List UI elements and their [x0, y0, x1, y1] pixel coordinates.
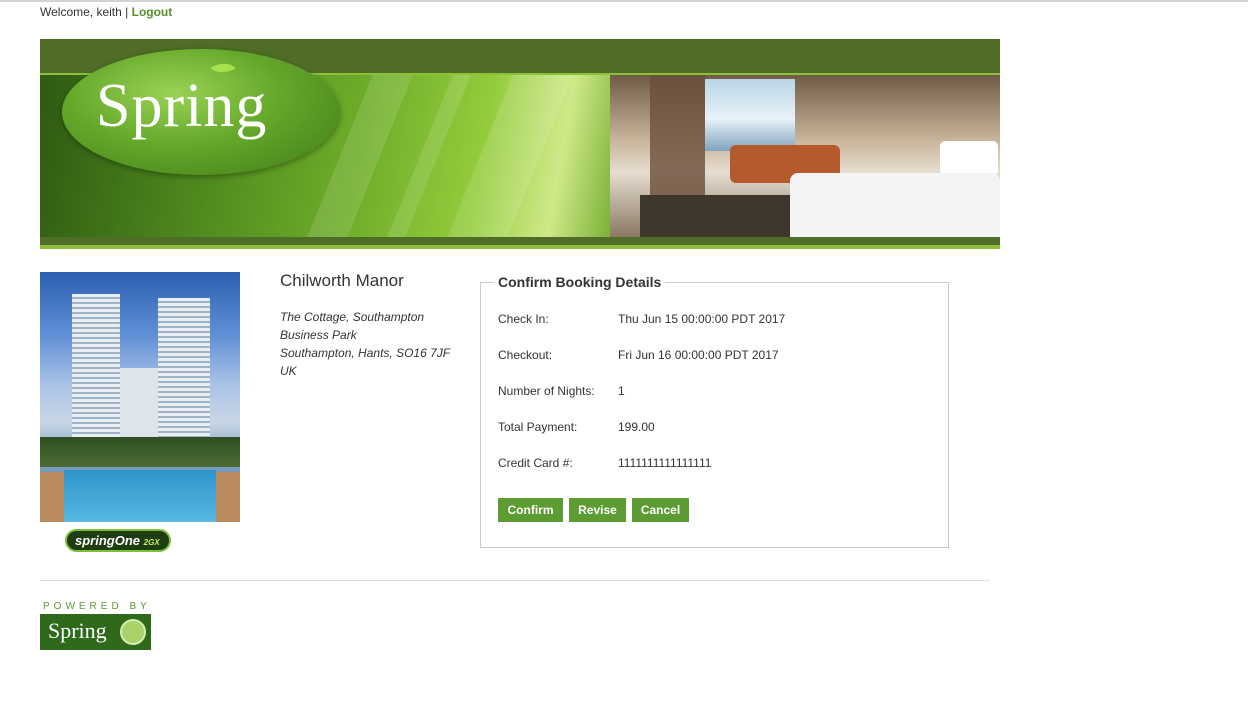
credit-card-label: Credit Card #:	[498, 456, 573, 470]
address-line: The Cottage, Southampton	[280, 310, 425, 324]
spring-logo-text: Spring	[96, 72, 268, 140]
address-line: Southampton, Hants, SO16 7JF	[280, 346, 451, 360]
springone-badge-suffix: 2GX	[143, 538, 160, 547]
powered-by-logo-text: Spring	[48, 618, 107, 643]
address-line: UK	[280, 364, 297, 378]
checkout-value: Fri Jun 16 00:00:00 PDT 2017	[618, 348, 779, 362]
springone-badge: springOne 2GX	[65, 529, 171, 552]
check-in-label: Check In:	[498, 312, 549, 326]
check-in-value: Thu Jun 15 00:00:00 PDT 2017	[618, 312, 786, 326]
logout-link[interactable]: Logout	[132, 5, 173, 19]
welcome-text: Welcome, keith |	[40, 5, 129, 19]
total-payment-label: Total Payment:	[498, 420, 578, 434]
top-border	[0, 0, 1248, 2]
header-banner: Spring	[40, 39, 1000, 249]
nights-label: Number of Nights:	[498, 384, 595, 398]
welcome-bar: Welcome, keith | Logout	[40, 5, 172, 19]
spring-ring-icon	[120, 619, 146, 645]
cancel-button[interactable]: Cancel	[632, 498, 689, 522]
hotel-room-image	[610, 75, 1000, 237]
address-line: Business Park	[280, 328, 357, 342]
nights-value: 1	[618, 384, 625, 398]
hotel-address: The Cottage, Southampton Business Park S…	[280, 308, 460, 380]
hotel-name: Chilworth Manor	[280, 271, 404, 290]
booking-details-legend: Confirm Booking Details	[494, 274, 666, 290]
revise-button[interactable]: Revise	[569, 498, 626, 522]
credit-card-value: 1111111111111111	[618, 456, 712, 470]
total-payment-value: 199.00	[618, 420, 655, 434]
confirm-button[interactable]: Confirm	[498, 498, 563, 522]
footer-divider	[40, 580, 990, 581]
hotel-photo	[40, 272, 240, 522]
powered-by-text: POWERED BY	[43, 601, 151, 612]
powered-by-spring-logo: Spring	[40, 614, 151, 650]
checkout-label: Checkout:	[498, 348, 553, 362]
